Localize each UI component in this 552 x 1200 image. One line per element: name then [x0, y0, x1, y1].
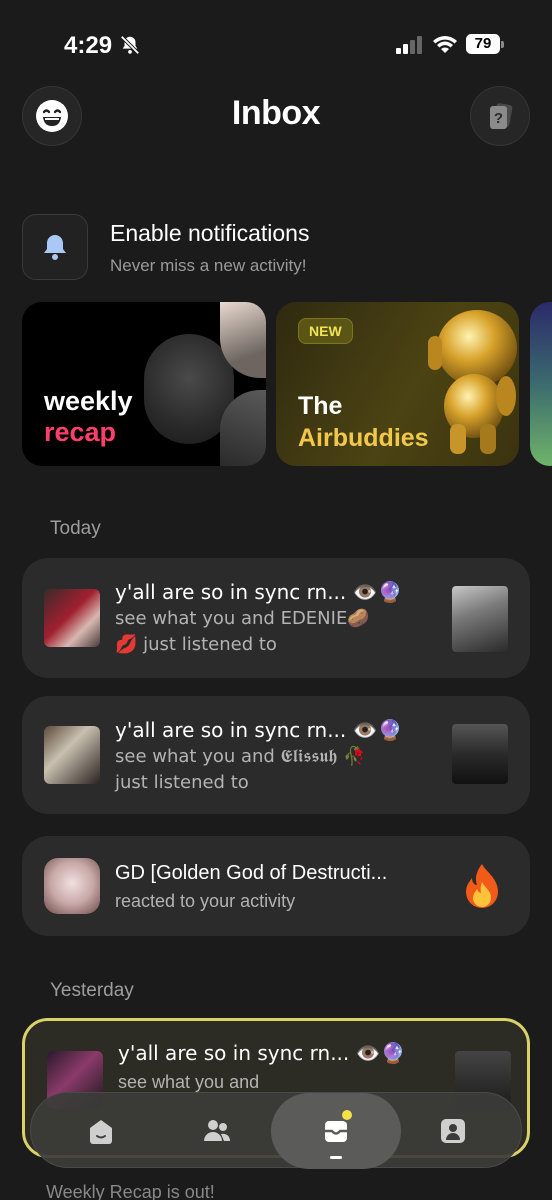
- gold-astronaut-figure: [428, 310, 517, 454]
- nav-profile[interactable]: [405, 1093, 501, 1169]
- friends-icon: [204, 1120, 231, 1141]
- weekly-recap-peek: Weekly Recap is out!: [46, 1182, 215, 1200]
- friend-avatar: [44, 858, 100, 914]
- recap-title-line1: weekly: [44, 386, 133, 416]
- bottom-nav: [30, 1092, 522, 1169]
- bell-off-icon: [120, 35, 140, 55]
- activity-line1: reacted to your activity: [115, 891, 296, 911]
- inbox-unread-dot: [340, 1108, 354, 1122]
- recap-title-line2: recap: [44, 417, 117, 447]
- enable-notifications-subtitle: Never miss a new activity!: [110, 256, 307, 275]
- weekly-recap-card[interactable]: weekly recap: [22, 302, 266, 466]
- activity-line1: see what you and 𝕰𝖑𝖎𝖘𝖘𝖚𝖍 🥀: [115, 746, 366, 767]
- enable-notifications-row[interactable]: Enable notifications Never miss a new ac…: [22, 214, 530, 280]
- battery-indicator: 79: [466, 34, 504, 54]
- nav-active-indicator: [330, 1156, 342, 1159]
- airbuddies-card[interactable]: NEW The Airbuddies: [276, 302, 519, 466]
- third-promo-card[interactable]: [530, 302, 552, 466]
- nav-friends[interactable]: [169, 1093, 265, 1169]
- friend-avatar: [44, 589, 100, 647]
- battery-level: 79: [474, 35, 492, 52]
- section-heading-yesterday: Yesterday: [50, 980, 134, 1001]
- question-cards-icon: ?: [490, 103, 513, 129]
- activity-line1: see what you and EDENIE🥔: [115, 608, 370, 629]
- activity-line2: just listened to: [115, 772, 249, 793]
- section-heading-today: Today: [50, 518, 101, 539]
- album-art: [452, 724, 508, 784]
- activity-card[interactable]: y'all are so in sync rn... 👁️🔮 see what …: [22, 696, 530, 814]
- status-time: 4:29: [64, 32, 113, 59]
- activity-title: y'all are so in sync rn... 👁️🔮: [115, 580, 403, 604]
- activity-title: y'all are so in sync rn... 👁️🔮: [118, 1041, 406, 1065]
- bell-icon: [44, 235, 66, 260]
- home-icon: [90, 1120, 112, 1144]
- airbuddies-title-line2: Airbuddies: [298, 424, 429, 452]
- fire-reaction-icon: [466, 864, 498, 908]
- activity-card[interactable]: GD [Golden God of Destructi... reacted t…: [22, 836, 530, 936]
- svg-text:?: ?: [494, 110, 503, 127]
- nav-home[interactable]: [53, 1093, 149, 1169]
- profile-icon: [441, 1119, 465, 1143]
- activity-card[interactable]: y'all are so in sync rn... 👁️🔮 see what …: [22, 558, 530, 678]
- activity-title: y'all are so in sync rn... 👁️🔮: [115, 718, 403, 742]
- activity-title: GD [Golden God of Destructi...: [115, 862, 388, 884]
- help-cards-button[interactable]: ?: [470, 86, 530, 146]
- status-bar: 4:29 79: [0, 0, 552, 80]
- album-art: [452, 586, 508, 652]
- enable-notifications-title: Enable notifications: [110, 220, 310, 246]
- airbuddies-title-line1: The: [298, 392, 343, 420]
- signal-icon: [396, 36, 422, 54]
- activity-line2: 💋 just listened to: [115, 634, 277, 655]
- friend-avatar: [44, 726, 100, 784]
- new-badge: NEW: [298, 318, 353, 344]
- notification-bell-box: [22, 214, 88, 280]
- wifi-icon: [433, 36, 457, 53]
